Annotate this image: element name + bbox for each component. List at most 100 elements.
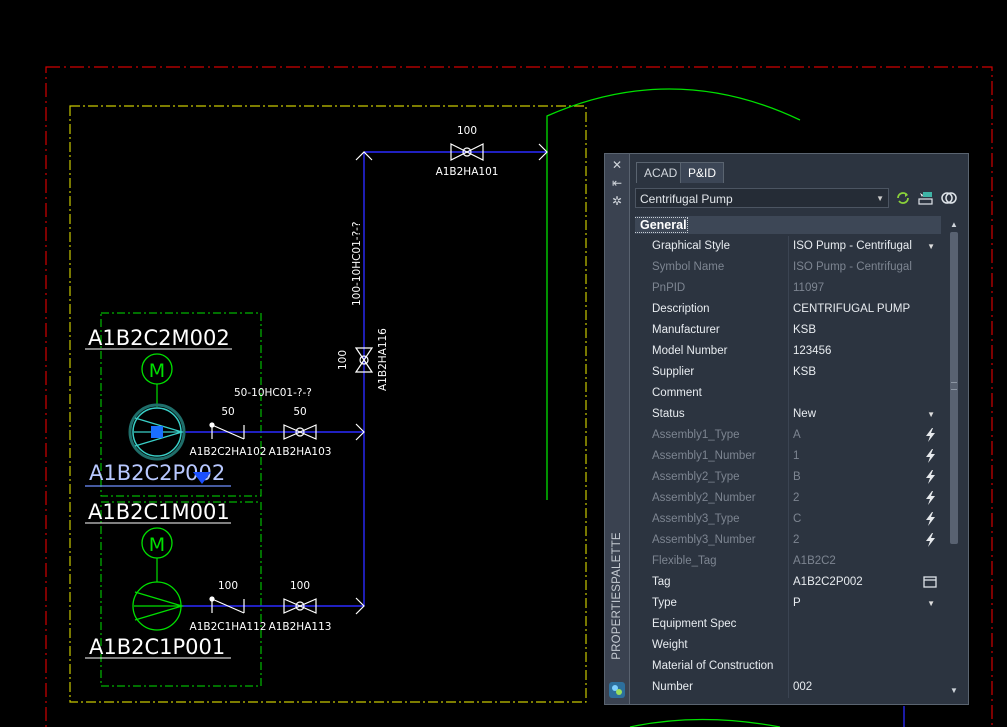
scroll-thumb[interactable] xyxy=(950,232,958,544)
property-row[interactable]: Assembly2_Number 2 xyxy=(635,488,941,509)
property-name: Number xyxy=(652,681,693,693)
column-divider xyxy=(788,467,789,488)
property-grid[interactable]: General Graphical Style ISO Pump - Centri… xyxy=(635,216,945,700)
property-row[interactable]: Number 002 xyxy=(635,677,941,698)
scroll-down-icon[interactable]: ▼ xyxy=(949,686,959,696)
motor-bottom-symbol[interactable]: M xyxy=(141,527,173,582)
property-row[interactable]: Equipment Spec xyxy=(635,614,941,635)
property-row[interactable]: Flexible_Tag A1B2C2 xyxy=(635,551,941,572)
motor-top-symbol[interactable]: M xyxy=(141,353,173,407)
motor-top-tag[interactable]: A1B2C2M002 xyxy=(88,326,230,350)
assign-tag-icon[interactable] xyxy=(923,575,937,589)
check-top-tag[interactable]: A1B2C2HA102 xyxy=(190,446,267,458)
close-icon[interactable]: ✕ xyxy=(609,158,625,172)
object-type-select[interactable]: Centrifugal Pump ▼ xyxy=(635,188,889,208)
column-divider xyxy=(788,362,789,383)
property-value: A1B2C2 xyxy=(793,555,836,567)
property-value[interactable]: CENTRIFUGAL PUMP xyxy=(793,299,931,320)
property-row[interactable]: Assembly3_Number 2 xyxy=(635,530,941,551)
gate-bottom-tag[interactable]: A1B2HA113 xyxy=(269,621,332,633)
pump-top-symbol[interactable] xyxy=(128,403,186,461)
motor-top-letter: M xyxy=(149,360,165,382)
property-row[interactable]: Material of Construction xyxy=(635,656,941,677)
check-valve-top[interactable] xyxy=(209,422,245,440)
column-divider xyxy=(788,257,789,278)
property-value[interactable]: 123456 xyxy=(793,341,931,362)
auto-hide-icon[interactable]: ⇤ xyxy=(609,176,625,190)
toggle-pickadd-icon[interactable] xyxy=(941,190,957,206)
property-row[interactable]: Supplier KSB xyxy=(635,362,941,383)
column-divider xyxy=(788,593,789,614)
settings-icon[interactable]: ✲ xyxy=(609,194,625,208)
column-divider xyxy=(788,320,789,341)
lightning-icon[interactable] xyxy=(923,533,937,547)
chevron-down-icon[interactable]: ▼ xyxy=(927,404,935,425)
scroll-up-icon[interactable]: ▲ xyxy=(949,220,959,230)
property-row[interactable]: Assembly2_Type B xyxy=(635,467,941,488)
property-name: Graphical Style xyxy=(652,240,730,252)
lightning-icon[interactable] xyxy=(923,470,937,484)
palette-side-bar: ✕ ⇤ ✲ PROPERTIESPALETTE xyxy=(605,154,630,704)
column-divider xyxy=(788,299,789,320)
lightning-icon[interactable] xyxy=(923,512,937,526)
check-bottom-size: 100 xyxy=(218,580,238,592)
check-valve-bottom[interactable] xyxy=(209,596,245,614)
tab-pid[interactable]: P&ID xyxy=(680,162,725,183)
property-value: A xyxy=(793,429,801,441)
pump-bottom-symbol[interactable] xyxy=(132,581,185,631)
property-value: B xyxy=(793,471,801,483)
property-row[interactable]: Comment xyxy=(635,383,941,404)
line-tag-upper[interactable]: 50-10HC01-?-? xyxy=(234,387,312,399)
property-value[interactable]: KSB xyxy=(793,320,931,341)
properties-palette[interactable]: ✕ ⇤ ✲ PROPERTIESPALETTE ACAD P&ID Centri… xyxy=(604,153,969,705)
pump-bottom-tag[interactable]: A1B2C1P001 xyxy=(89,635,225,659)
property-value[interactable]: A1B2C2P002 xyxy=(793,572,931,593)
section-header-general[interactable]: General xyxy=(635,216,941,234)
line-tag-vertical[interactable]: 100-10HC01-?-? xyxy=(351,221,363,306)
chevron-down-icon[interactable]: ▼ xyxy=(927,236,935,257)
lightning-icon[interactable] xyxy=(923,449,937,463)
property-value[interactable]: 002 xyxy=(793,677,931,698)
property-row[interactable]: PnPID 11097 xyxy=(635,278,941,299)
lightning-icon[interactable] xyxy=(923,491,937,505)
property-value[interactable]: P xyxy=(793,593,931,614)
select-objects-icon[interactable] xyxy=(917,190,933,206)
chevron-down-icon[interactable]: ▼ xyxy=(927,593,935,614)
property-row[interactable]: Description CENTRIFUGAL PUMP xyxy=(635,299,941,320)
property-name: Assembly3_Number xyxy=(652,534,756,546)
lightning-icon[interactable] xyxy=(923,428,937,442)
vertical-valve-tag[interactable]: A1B2HA116 xyxy=(377,328,389,391)
gate-top-tag[interactable]: A1B2HA103 xyxy=(269,446,332,458)
property-row[interactable]: Assembly1_Number 1 xyxy=(635,446,941,467)
motor-bottom-letter: M xyxy=(149,534,165,556)
property-value[interactable]: KSB xyxy=(793,362,931,383)
pipe-lines[interactable] xyxy=(182,151,547,607)
property-name: Assembly1_Number xyxy=(652,450,756,462)
property-rows: Graphical Style ISO Pump - Centrifugal ▼ Sy… xyxy=(635,236,941,698)
pump-top-grip[interactable] xyxy=(151,426,163,438)
property-name: Comment xyxy=(652,387,702,399)
check-bottom-tag[interactable]: A1B2C1HA112 xyxy=(190,621,267,633)
property-row[interactable]: Tag A1B2C2P002 xyxy=(635,572,941,593)
motor-bottom-tag[interactable]: A1B2C1M001 xyxy=(88,500,230,524)
property-value: 11097 xyxy=(793,282,825,294)
property-scrollbar[interactable]: ▲ ▼ xyxy=(947,218,961,698)
tab-acad[interactable]: ACAD xyxy=(636,162,686,183)
column-divider xyxy=(788,635,789,656)
top-valve-tag[interactable]: A1B2HA101 xyxy=(436,166,499,178)
property-value[interactable]: ISO Pump - Centrifugal xyxy=(793,236,931,257)
refresh-icon[interactable] xyxy=(895,190,911,206)
property-row[interactable]: Symbol Name ISO Pump - Centrifugal xyxy=(635,257,941,278)
property-row[interactable]: Assembly1_Type A xyxy=(635,425,941,446)
property-row[interactable]: Status New ▼ xyxy=(635,404,941,425)
property-value[interactable]: New xyxy=(793,404,931,425)
column-divider xyxy=(788,530,789,551)
plant-logo-icon xyxy=(609,682,625,698)
property-row[interactable]: Type P ▼ xyxy=(635,593,941,614)
property-row[interactable]: Graphical Style ISO Pump - Centrifugal ▼ xyxy=(635,236,941,257)
property-row[interactable]: Assembly3_Type C xyxy=(635,509,941,530)
property-row[interactable]: Manufacturer KSB xyxy=(635,320,941,341)
column-divider xyxy=(788,614,789,635)
property-row[interactable]: Model Number 123456 xyxy=(635,341,941,362)
property-row[interactable]: Weight xyxy=(635,635,941,656)
